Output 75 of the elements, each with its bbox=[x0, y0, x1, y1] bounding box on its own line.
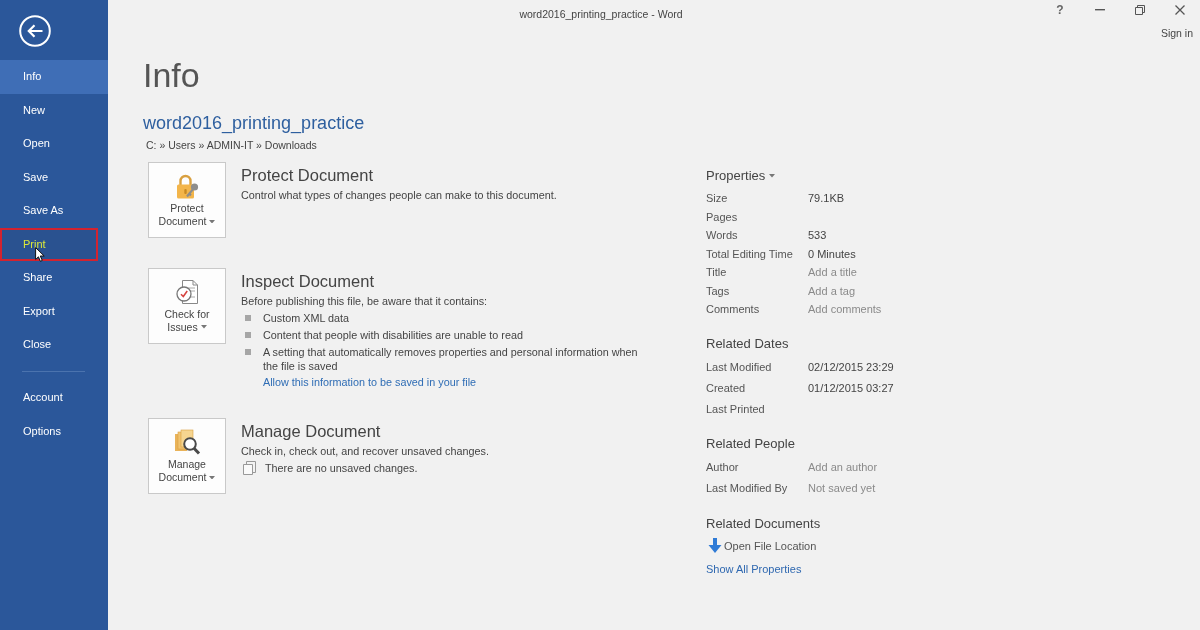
property-label: Pages bbox=[706, 209, 739, 224]
nav-item[interactable]: Export bbox=[0, 294, 108, 328]
down-arrow-icon bbox=[708, 538, 722, 553]
window-title: word2016_printing_practice - Word bbox=[519, 8, 683, 20]
nav-item[interactable]: Account bbox=[0, 381, 108, 415]
group-title: Related Documents bbox=[706, 514, 821, 533]
caret-icon bbox=[209, 475, 216, 479]
nav-item[interactable]: Save As bbox=[0, 194, 108, 228]
section-description: Check in, check out, and recover unsaved changes. bbox=[241, 444, 489, 458]
section-title: Protect Document bbox=[241, 165, 374, 186]
property-value: 02/12/2015 23:29 bbox=[808, 359, 894, 374]
bullet-text: Content that people with disabilities are unable to read bbox=[263, 327, 523, 342]
property-label: Tags bbox=[706, 283, 731, 298]
document-name: word2016_printing_practice bbox=[143, 112, 365, 135]
nav-item[interactable]: Share bbox=[0, 261, 108, 295]
property-value: 533 bbox=[808, 228, 828, 243]
nav-item[interactable]: New bbox=[0, 93, 108, 127]
allow-info-link[interactable]: Allow this information to be saved in your file bbox=[263, 374, 477, 389]
section-title: Inspect Document bbox=[241, 270, 374, 292]
help-button[interactable]: ? bbox=[1040, 0, 1080, 20]
check-for-issues-button[interactable]: Check for Issues bbox=[148, 267, 226, 344]
square-bullet-icon bbox=[245, 331, 251, 338]
property-label: Created bbox=[706, 380, 747, 395]
property-field[interactable]: Add a title bbox=[808, 264, 938, 281]
cursor-icon bbox=[35, 246, 45, 262]
document-check-icon bbox=[173, 277, 201, 306]
nav-item[interactable]: Open bbox=[0, 127, 108, 161]
documents-magnifier-icon bbox=[173, 428, 201, 456]
property-label: Last Printed bbox=[706, 401, 766, 416]
manage-document-button[interactable]: Manage Document bbox=[148, 418, 226, 494]
sign-in-link[interactable]: Sign in bbox=[1160, 26, 1193, 40]
square-bullet-icon bbox=[245, 348, 251, 355]
nav-item[interactable]: Options bbox=[0, 414, 108, 448]
open-file-location-button[interactable]: Open File Location bbox=[706, 537, 817, 554]
status-note: There are no unsaved changes. bbox=[265, 461, 418, 475]
group-title: Related Dates bbox=[706, 334, 789, 353]
nav-item[interactable]: Info bbox=[0, 60, 108, 94]
section-description: Before publishing this file, be aware that it contains: bbox=[241, 293, 488, 308]
property-value: Not saved yet bbox=[808, 481, 877, 495]
property-value: 79.1KB bbox=[808, 191, 846, 206]
close-icon bbox=[1175, 5, 1185, 15]
section-title: Manage Document bbox=[241, 421, 381, 442]
property-label: Comments bbox=[706, 302, 761, 317]
document-icon bbox=[243, 461, 257, 475]
page-heading: Info bbox=[143, 55, 200, 95]
property-value: 01/12/2015 03:27 bbox=[808, 380, 894, 395]
protect-document-button[interactable]: Protect Document bbox=[148, 162, 226, 238]
caret-icon bbox=[209, 219, 216, 223]
property-label: Size bbox=[706, 191, 729, 206]
minimize-icon bbox=[1095, 9, 1105, 11]
property-field[interactable]: Add a tag bbox=[808, 282, 938, 299]
bullet-text: A setting that automatically removes properties and personal information when the file is saved bbox=[263, 344, 639, 373]
property-label: Last Modified bbox=[706, 359, 773, 374]
caret-icon bbox=[769, 174, 776, 178]
section-description: Control what types of changes people can make to this document. bbox=[241, 188, 557, 202]
restore-icon bbox=[1135, 5, 1145, 15]
property-field[interactable]: Add comments bbox=[808, 301, 938, 318]
property-field[interactable]: Add an author bbox=[808, 459, 938, 475]
properties-menu-button[interactable]: Properties bbox=[706, 166, 776, 186]
property-label: Last Modified By bbox=[706, 481, 789, 495]
bullet-text: Custom XML data bbox=[263, 310, 349, 325]
property-label: Words bbox=[706, 228, 739, 243]
square-bullet-icon bbox=[245, 314, 251, 321]
group-title: Related People bbox=[706, 435, 795, 453]
show-all-properties-link[interactable]: Show All Properties bbox=[706, 561, 802, 576]
nav-item[interactable]: Print bbox=[0, 227, 98, 261]
caret-icon bbox=[200, 325, 207, 329]
document-path: C: » Users » ADMIN-IT » Downloads bbox=[145, 138, 317, 152]
nav-item[interactable]: Close bbox=[0, 328, 108, 362]
nav-item[interactable]: Save bbox=[0, 160, 108, 194]
property-value: 0 Minutes bbox=[808, 246, 857, 261]
property-label: Title bbox=[706, 265, 728, 280]
property-label: Total Editing Time bbox=[706, 246, 794, 261]
property-label: Author bbox=[706, 460, 740, 474]
back-icon[interactable] bbox=[19, 15, 51, 47]
